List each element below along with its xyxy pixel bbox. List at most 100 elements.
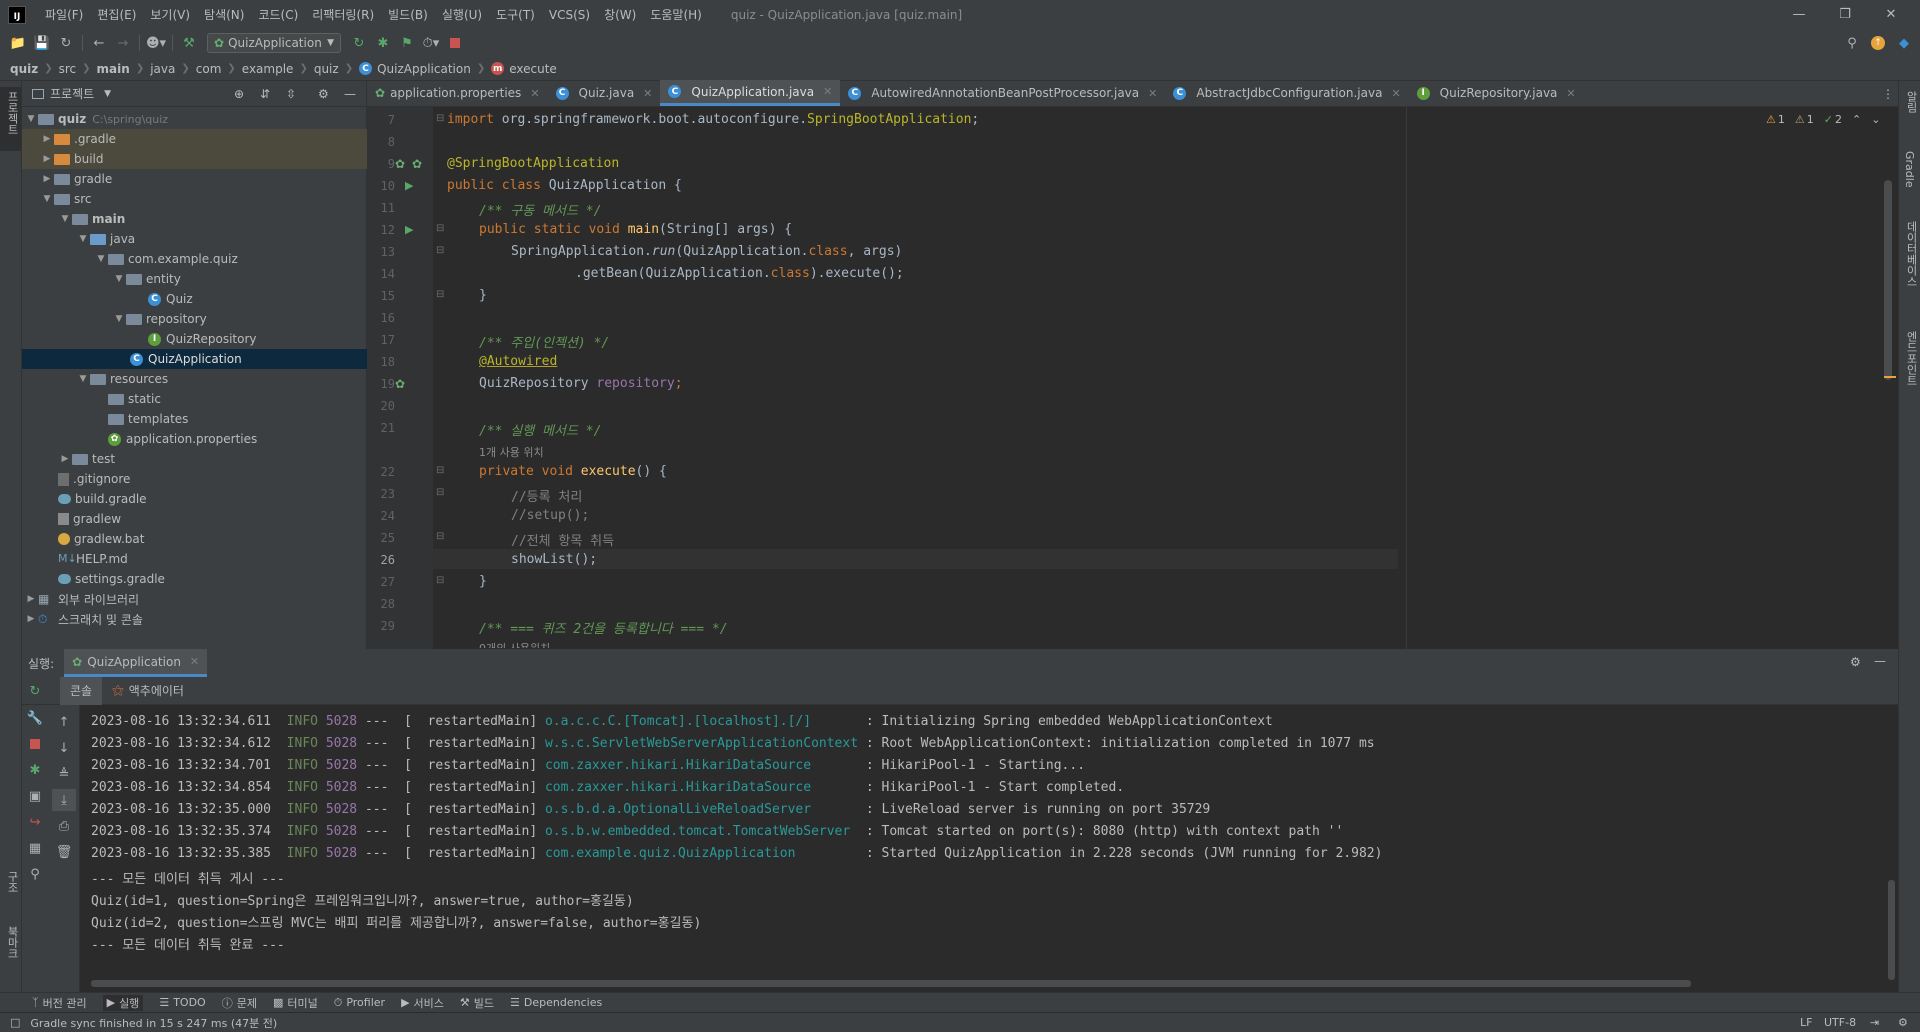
rerun-icon[interactable]: ↻ [347,32,371,54]
fold-icon[interactable]: ⊟ [436,575,444,586]
tab-application-properties[interactable]: ✿ application.properties ✕ [367,80,548,106]
code-line[interactable]: /** 실행 메서드 */ [479,420,601,439]
tree-item-quiz[interactable]: C Quiz [22,289,367,309]
build-hammer-icon[interactable]: ⚒ [177,32,201,54]
crumb-java[interactable]: java [150,62,175,76]
sync-icon[interactable]: ↻ [54,32,78,54]
chevron-down-icon[interactable]: ▼ [112,314,126,324]
forward-arrow-icon[interactable]: → [111,32,135,54]
code-line[interactable]: SpringApplication.run(QuizApplication.cl… [511,244,902,259]
tree-item-entity[interactable]: ▼ entity [22,269,367,289]
code-line[interactable]: /** 주입(인젝션) */ [479,332,609,351]
tree-item-gradlew[interactable]: gradlew [22,509,367,529]
tree-item-resources[interactable]: ▼ resources [22,369,367,389]
tool-profiler[interactable]: ⏱ Profiler [334,996,385,1010]
console-line[interactable]: 2023-08-16 13:32:34.701 INFO 5028 --- [ … [91,758,1085,773]
code-line[interactable]: showList(); [511,552,597,567]
gradle-tool-label[interactable]: Gradle [1903,151,1916,188]
run-tab-quiz-application[interactable]: ✿ QuizApplication ✕ [64,649,208,677]
chevron-right-icon[interactable]: ▶ [40,154,54,164]
profile-icon[interactable]: ⏱▾ [419,32,443,54]
console-line[interactable]: 2023-08-16 13:32:34.612 INFO 5028 --- [ … [91,736,1375,751]
console-line[interactable]: 2023-08-16 13:32:35.000 INFO 5028 --- [ … [91,802,1210,817]
bookmarks-tool-label[interactable]: 북마크 [4,926,20,959]
tree-item-scratches[interactable]: ▶ ⏱ 스크래치 및 콘솔 [22,609,367,629]
status-window-icon[interactable]: □ [10,1016,20,1029]
code-line[interactable]: //setup(); [511,508,589,523]
minimize-icon[interactable]: — [1776,0,1822,29]
fold-icon[interactable]: ⊟ [436,531,444,542]
open-folder-icon[interactable]: 📁 [6,32,30,54]
tree-item-external-libraries[interactable]: ▶ ▦ 외부 라이브러리 [22,589,367,609]
run-configuration-select[interactable]: ✿ QuizApplication ▼ [207,33,341,53]
plugins-icon[interactable]: ◆ [1892,32,1916,54]
rerun-icon[interactable]: ↻ [23,680,47,702]
console-line[interactable]: --- 모든 데이터 취득 완료 --- [91,934,285,953]
tool-dependencies[interactable]: ☰ Dependencies [510,996,602,1009]
tree-item-src[interactable]: ▼ src [22,189,367,209]
layout-icon[interactable]: ▦ [23,837,47,859]
user-icon[interactable]: ☻▾ [144,32,168,54]
menu-run[interactable]: 실행(U) [435,6,489,23]
code-line[interactable]: private void execute() { [479,464,667,479]
tree-item-help-md[interactable]: M↓ HELP.md [22,549,367,569]
menu-refactor[interactable]: 리팩터링(R) [305,6,381,23]
chevron-down-icon[interactable]: ▼ [24,114,38,124]
locate-icon[interactable]: ⊕ [234,87,244,101]
exit-icon[interactable]: ↪ [23,811,47,833]
tool-terminal[interactable]: ▩ 터미널 [273,995,318,1011]
chevron-right-icon[interactable]: ▶ [24,594,38,604]
crumb-example[interactable]: example [242,62,294,76]
tree-item-package[interactable]: ▼ com.example.quiz [22,249,367,269]
tree-item-root[interactable]: ▼ quiz C:\spring\quiz [22,109,367,129]
crumb-src[interactable]: src [59,62,77,76]
tree-item-test[interactable]: ▶ test [22,449,367,469]
code-line[interactable]: @SpringBootApplication [447,156,619,171]
code-line[interactable]: .getBean(QuizApplication.class).execute(… [575,266,904,281]
tool-todo[interactable]: ☰ TODO [159,996,205,1009]
close-icon[interactable]: ✕ [190,655,199,668]
tool-problems[interactable]: ⓘ 문제 [222,995,257,1011]
tab-quiz-application-java[interactable]: C QuizApplication.java ✕ [660,80,841,106]
code-line[interactable]: public class QuizApplication { [447,178,682,193]
console-line[interactable]: 2023-08-16 13:32:34.611 INFO 5028 --- [ … [91,714,1273,729]
line-separator[interactable]: LF [1800,1016,1812,1029]
tree-item-static[interactable]: static [22,389,367,409]
code-line[interactable]: } [479,288,487,303]
database-tool-label[interactable]: 데이터베이스 [1903,221,1919,287]
tab-abstract-jdbc-config[interactable]: C AbstractJdbcConfiguration.java ✕ [1165,80,1408,106]
search-icon[interactable]: ⚲ [1840,32,1864,54]
gear-icon[interactable]: ⚙ [1850,655,1861,669]
chevron-right-icon[interactable]: ▶ [24,614,38,624]
chevron-right-icon[interactable]: ▶ [40,134,54,144]
code-line[interactable]: //등록 처리 [511,486,582,505]
tree-item-gitignore[interactable]: .gitignore [22,469,367,489]
indent-icon[interactable]: ⇥ [1870,1016,1879,1029]
close-icon[interactable]: ✕ [530,87,539,100]
notifications-tool-label[interactable]: 알림 [1903,91,1919,113]
tree-item-dot-gradle[interactable]: ▶ .gradle [22,129,367,149]
code-line[interactable]: /** === 퀴즈 2건을 등록합니다 === */ [479,618,728,637]
code-line[interactable]: //전체 항목 취득 [511,530,614,549]
hide-panel-icon[interactable]: — [1874,654,1886,668]
stop-icon[interactable] [23,733,47,755]
tree-item-templates[interactable]: templates [22,409,367,429]
crumb-class[interactable]: QuizApplication [377,62,471,76]
autowired-bean-icon[interactable]: ✿ [395,377,405,391]
bean-icon[interactable]: ✿ [395,157,405,171]
crumb-main[interactable]: main [97,62,130,76]
collapse-all-icon[interactable]: ⇳ [286,87,296,101]
menu-vcs[interactable]: VCS(S) [542,8,597,22]
console-line[interactable]: Quiz(id=2, question=스프링 MVC는 배피 퍼리를 제공합니… [91,912,701,931]
console-vertical-scrollbar[interactable] [1888,880,1895,980]
fold-icon[interactable]: ⊟ [436,487,444,498]
close-icon[interactable]: ✕ [643,87,652,100]
status-message[interactable]: Gradle sync finished in 15 s 247 ms (47분… [30,1015,277,1031]
tab-console[interactable]: 콘솔 [60,676,103,705]
menu-window[interactable]: 창(W) [597,6,643,23]
menu-navigate[interactable]: 탐색(N) [197,6,251,23]
tree-item-gradle[interactable]: ▶ gradle [22,169,367,189]
update-icon[interactable]: ↑ [1866,32,1890,54]
chevron-down-icon[interactable]: ▼ [94,254,108,264]
close-window-icon[interactable]: ✕ [1868,0,1914,29]
